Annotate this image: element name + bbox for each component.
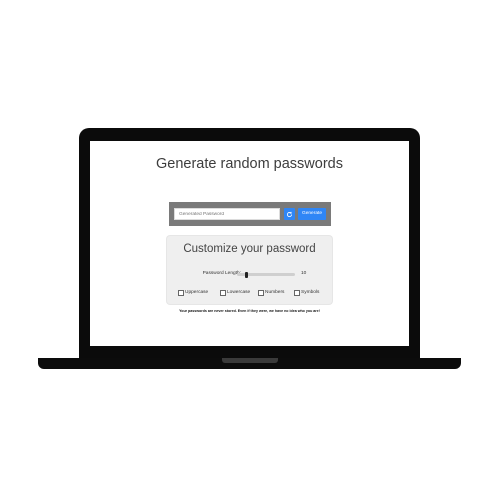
lowercase-label: Lowercase bbox=[227, 290, 251, 296]
laptop-notch bbox=[222, 358, 278, 363]
password-length-label: Password Length: bbox=[202, 271, 241, 276]
password-length-value: 10 bbox=[301, 271, 307, 276]
laptop-screen: Generate random passwords Generate Custo… bbox=[90, 141, 409, 346]
refresh-button[interactable] bbox=[284, 208, 295, 220]
option-uppercase[interactable]: Uppercase bbox=[178, 290, 208, 296]
password-generator-bar: Generate bbox=[169, 202, 331, 226]
option-lowercase[interactable]: Lowercase bbox=[220, 290, 250, 296]
customize-panel: Customize your password Password Length:… bbox=[167, 236, 332, 304]
privacy-note: Your passwords are never stored. Even if… bbox=[179, 309, 320, 313]
page-title: Generate random passwords bbox=[156, 156, 343, 172]
symbols-label: Symbols bbox=[301, 290, 320, 296]
option-numbers[interactable]: Numbers bbox=[258, 290, 284, 296]
laptop-mockup: Generate random passwords Generate Custo… bbox=[0, 0, 500, 500]
numbers-label: Numbers bbox=[265, 290, 285, 296]
password-length-slider[interactable] bbox=[237, 271, 295, 278]
slider-handle[interactable] bbox=[245, 271, 249, 278]
symbols-checkbox[interactable] bbox=[294, 290, 300, 296]
generate-button[interactable]: Generate bbox=[298, 208, 326, 220]
uppercase-checkbox[interactable] bbox=[178, 290, 184, 296]
lowercase-checkbox[interactable] bbox=[220, 290, 226, 296]
numbers-checkbox[interactable] bbox=[258, 290, 264, 296]
uppercase-label: Uppercase bbox=[185, 290, 209, 296]
refresh-icon bbox=[286, 211, 293, 217]
generated-password-field[interactable] bbox=[174, 208, 280, 220]
customize-title: Customize your password bbox=[183, 243, 316, 255]
option-symbols[interactable]: Symbols bbox=[294, 290, 319, 296]
